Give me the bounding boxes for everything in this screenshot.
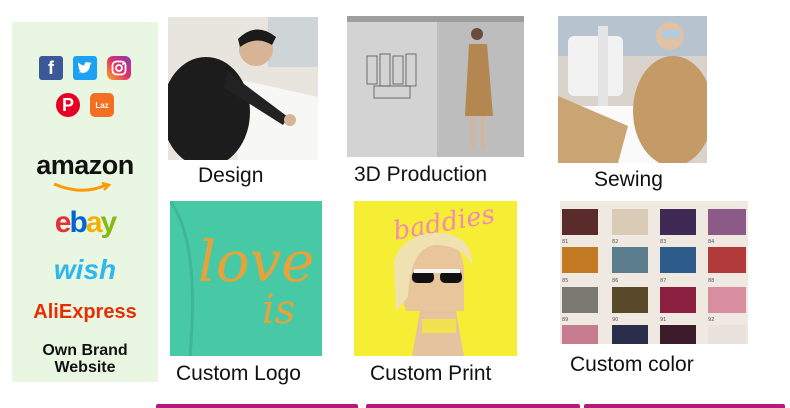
own-brand-website[interactable]: Own Brand Website <box>12 342 158 376</box>
facebook-icon[interactable]: f <box>39 56 63 80</box>
instagram-icon[interactable] <box>107 56 131 80</box>
wish-logo[interactable]: wish <box>12 254 158 286</box>
swatch-label: 84 <box>708 239 714 245</box>
swatch-label: 82 <box>612 239 618 245</box>
website-label: Website <box>54 359 116 376</box>
swatch-label: 81 <box>562 239 568 245</box>
custom-color-swatches: 81 82 83 84 85 86 87 88 89 90 91 92 <box>560 201 748 344</box>
own-brand-label: Own Brand <box>42 342 128 359</box>
3d-production-caption: 3D Production <box>354 163 488 186</box>
amazon-smile-icon <box>53 182 112 192</box>
sewing-photo <box>558 16 707 163</box>
ebay-logo[interactable]: ebay <box>12 206 158 240</box>
3d-production-photo <box>347 16 524 157</box>
swatch-label: 86 <box>612 278 618 284</box>
shirt-is-text: is <box>262 287 295 333</box>
bottom-button-1[interactable] <box>156 404 358 408</box>
swatch-label: 92 <box>708 317 714 323</box>
custom-logo-photo: love is <box>170 201 322 356</box>
pinterest-icon[interactable]: P <box>56 93 80 117</box>
custom-print-photo: baddies <box>354 201 517 356</box>
shirt-love-text: love <box>198 230 314 295</box>
swatch-label: 83 <box>660 239 666 245</box>
amazon-logo[interactable]: amazon <box>12 150 158 181</box>
lazada-icon[interactable]: Laz <box>90 93 114 117</box>
social-row-top: f <box>12 56 158 80</box>
custom-logo-caption: Custom Logo <box>176 362 301 385</box>
swatch-label: 88 <box>708 278 714 284</box>
social-row-bottom: P Laz <box>12 93 158 117</box>
custom-print-caption: Custom Print <box>370 362 492 385</box>
swatch-label: 89 <box>562 317 568 323</box>
marketplace-sidebar: f P Laz amazon ebay wish AliExpress Own … <box>12 22 158 382</box>
swatch-label: 85 <box>562 278 568 284</box>
bottom-button-2[interactable] <box>366 404 580 408</box>
swatch-label: 87 <box>660 278 666 284</box>
swatch-label: 91 <box>660 317 666 323</box>
bottom-button-3[interactable] <box>584 404 785 408</box>
swatch-label: 90 <box>612 317 618 323</box>
sewing-caption: Sewing <box>594 168 663 191</box>
design-photo <box>168 17 318 160</box>
custom-color-caption: Custom color <box>570 353 694 376</box>
aliexpress-logo[interactable]: AliExpress <box>12 301 158 324</box>
twitter-icon[interactable] <box>73 56 97 80</box>
design-caption: Design <box>198 164 264 187</box>
